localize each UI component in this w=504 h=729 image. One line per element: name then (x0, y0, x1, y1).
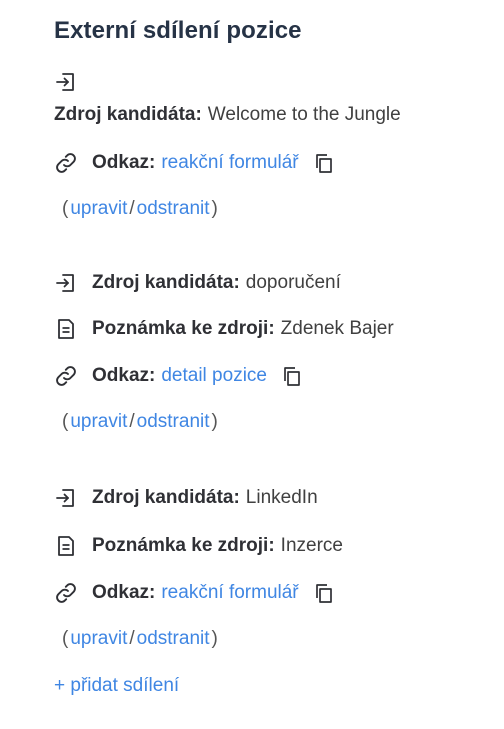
note-label: Poznámka ke zdroji: (92, 318, 275, 339)
link-label: Odkaz: (92, 365, 156, 386)
copy-icon[interactable] (279, 364, 303, 388)
reaction-form-link[interactable]: reakční formulář (161, 582, 298, 604)
entry-3-note-row: Poznámka ke zdroji: Inzerce (54, 534, 343, 558)
position-detail-link[interactable]: detail pozice (161, 365, 267, 387)
source-label: Zdroj kandidáta: (92, 272, 240, 293)
entry-1-source-row: Zdroj kandidáta: Welcome to the Jungle (54, 104, 401, 126)
edit-link[interactable]: upravit (70, 628, 127, 650)
add-share-button[interactable]: + přidat sdílení (54, 675, 179, 697)
login-icon (54, 70, 78, 94)
entry-3-source-row: Zdroj kandidáta: LinkedIn (54, 486, 318, 510)
link-icon (54, 151, 78, 175)
remove-link[interactable]: odstranit (137, 411, 210, 433)
separator: / (129, 628, 135, 649)
separator: / (129, 411, 135, 432)
paren-open: ( (62, 198, 69, 219)
note-label: Poznámka ke zdroji: (92, 535, 275, 556)
paren-open: ( (62, 411, 69, 432)
login-icon (54, 486, 78, 510)
entry-2-actions: ( upravit / odstranit ) (62, 411, 218, 433)
login-icon (54, 271, 78, 295)
link-icon (54, 364, 78, 388)
remove-link[interactable]: odstranit (137, 628, 210, 650)
document-icon (54, 534, 78, 558)
section-title: Externí sdílení pozice (54, 17, 302, 44)
source-value: LinkedIn (245, 487, 318, 508)
source-value: Welcome to the Jungle (207, 104, 401, 125)
document-icon (54, 317, 78, 341)
link-label: Odkaz: (92, 152, 156, 173)
paren-close: ) (211, 198, 218, 219)
entry-1-link-row: Odkaz: reakční formulář (54, 151, 335, 175)
paren-close: ) (211, 628, 218, 649)
note-value: Inzerce (280, 535, 343, 556)
source-value: doporučení (245, 272, 341, 293)
add-share-row: + přidat sdílení (54, 675, 179, 697)
edit-link[interactable]: upravit (70, 198, 127, 220)
source-label: Zdroj kandidáta: (92, 487, 240, 508)
entry-2-link-row: Odkaz: detail pozice (54, 364, 303, 388)
entry-2-source-row: Zdroj kandidáta: doporučení (54, 271, 341, 295)
source-label: Zdroj kandidáta: (54, 104, 202, 125)
copy-icon[interactable] (311, 581, 335, 605)
entry-1-source-icon-row (54, 70, 78, 94)
entry-2-note-row: Poznámka ke zdroji: Zdenek Bajer (54, 317, 394, 341)
separator: / (129, 198, 135, 219)
note-value: Zdenek Bajer (280, 318, 394, 339)
copy-icon[interactable] (311, 151, 335, 175)
paren-close: ) (211, 411, 218, 432)
entry-1-actions: ( upravit / odstranit ) (62, 198, 218, 220)
paren-open: ( (62, 628, 69, 649)
entry-3-actions: ( upravit / odstranit ) (62, 628, 218, 650)
reaction-form-link[interactable]: reakční formulář (161, 152, 298, 174)
edit-link[interactable]: upravit (70, 411, 127, 433)
link-label: Odkaz: (92, 582, 156, 603)
remove-link[interactable]: odstranit (137, 198, 210, 220)
entry-3-link-row: Odkaz: reakční formulář (54, 581, 335, 605)
link-icon (54, 581, 78, 605)
